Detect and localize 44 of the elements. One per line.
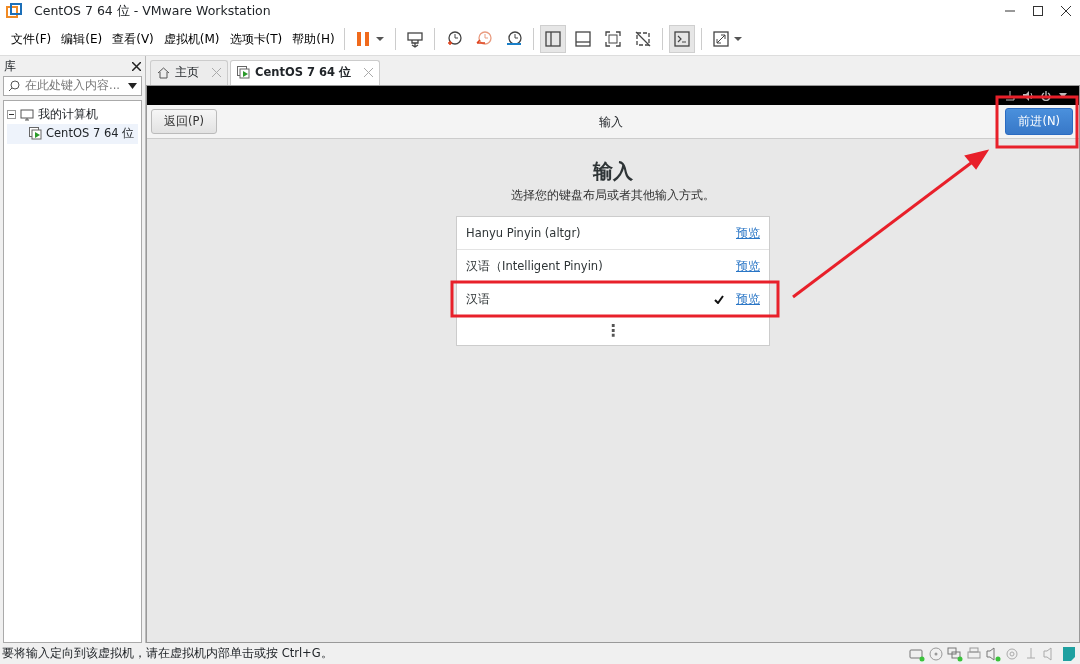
sidebar-layout-icon[interactable] bbox=[539, 24, 566, 53]
tab[interactable]: 主页 bbox=[150, 60, 228, 85]
preview-link[interactable]: 预览 bbox=[736, 290, 760, 308]
next-button[interactable]: 前进(N) bbox=[1005, 107, 1073, 136]
close-icon[interactable] bbox=[1061, 6, 1071, 16]
home-icon bbox=[157, 64, 170, 82]
more-button[interactable]: ⋮ bbox=[605, 318, 621, 343]
tab[interactable]: CentOS 7 64 位 bbox=[230, 60, 380, 85]
menu-item[interactable]: 帮助(H) bbox=[287, 29, 340, 48]
menu-item[interactable]: 编辑(E) bbox=[56, 29, 108, 48]
vm-icon bbox=[29, 125, 42, 143]
layout-name[interactable]: 汉语 bbox=[466, 291, 490, 306]
menu-item[interactable]: 虚拟机(M) bbox=[158, 29, 225, 48]
menu-item[interactable]: 文件(F) bbox=[6, 29, 57, 48]
speaker-icon[interactable] bbox=[985, 645, 1001, 662]
panel-title: 库 bbox=[4, 58, 16, 75]
note-icon[interactable] bbox=[1061, 645, 1077, 662]
back-button[interactable]: 返回(P) bbox=[151, 108, 217, 135]
close-icon[interactable] bbox=[132, 61, 141, 71]
heading: 输入 bbox=[593, 159, 633, 183]
tree-item[interactable]: 我的计算机 bbox=[38, 106, 98, 124]
preview-link[interactable]: 预览 bbox=[736, 224, 760, 242]
subtitle: 选择您的键盘布局或者其他输入方式。 bbox=[511, 187, 715, 204]
page-title: 输入 bbox=[599, 113, 624, 131]
layout-name[interactable]: Hanyu Pinyin (altgr) bbox=[466, 225, 581, 240]
menu-item[interactable]: 选项卡(T) bbox=[224, 29, 288, 48]
terminal-icon[interactable] bbox=[668, 24, 695, 53]
status-text: 要将输入定向到该虚拟机，请在虚拟机内部单击或按 Ctrl+G。 bbox=[2, 644, 333, 662]
caret-icon[interactable] bbox=[128, 83, 137, 89]
preview-link[interactable]: 预览 bbox=[736, 257, 760, 275]
layout-name[interactable]: 汉语（Intelligent Pinyin) bbox=[466, 258, 603, 273]
computer-icon bbox=[20, 106, 34, 124]
search-field[interactable]: 在此处键入内容... bbox=[3, 76, 142, 96]
window-title: CentOS 7 64 位 - VMware Workstation bbox=[34, 1, 272, 20]
menu-item[interactable]: 查看(V) bbox=[107, 29, 159, 48]
caret-icon[interactable] bbox=[1059, 93, 1067, 98]
network-icon[interactable] bbox=[947, 645, 963, 662]
power-icon[interactable] bbox=[1041, 90, 1051, 101]
app-logo-icon bbox=[6, 3, 22, 19]
volume-icon[interactable] bbox=[1023, 90, 1033, 101]
network-icon[interactable] bbox=[1005, 90, 1015, 101]
vm-icon bbox=[237, 64, 250, 82]
search-icon bbox=[8, 80, 20, 92]
maximize-icon[interactable] bbox=[1033, 6, 1043, 16]
